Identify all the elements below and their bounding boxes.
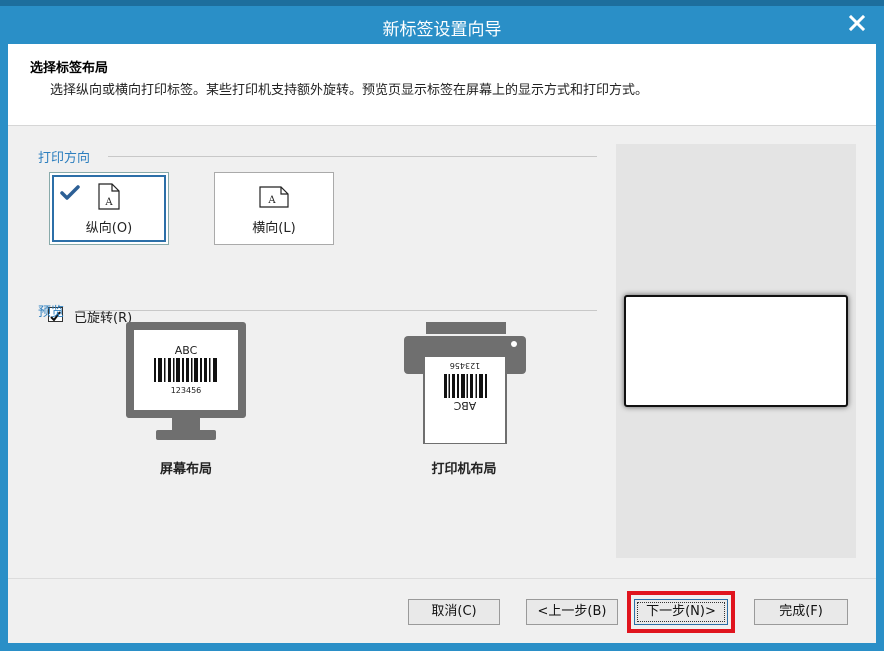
screen-barcode-number: 123456 (171, 386, 202, 395)
checkmark-icon (60, 185, 80, 205)
landscape-button[interactable]: A 横向(L) (214, 172, 334, 245)
screen-layout-caption: 屏幕布局 (159, 462, 212, 477)
step-title: 选择标签布局 (30, 61, 109, 76)
back-button[interactable]: <上一步(B) (526, 599, 618, 625)
orientation-section-label: 打印方向 (38, 151, 91, 166)
wizard-window: 新标签设置向导 选择标签布局 选择纵向或横向打印标签。某些打印机支持额外旋转。预… (0, 0, 884, 651)
preview-section-label: 预览 (38, 305, 65, 320)
printer-icon: ABC 123456 (404, 322, 526, 445)
screen-barcode-text: ABC (175, 344, 198, 357)
section-divider (108, 156, 597, 157)
label-preview-panel (616, 144, 856, 558)
wizard-footer: 取消(C) <上一步(B) 下一步(N)> 完成(F) (8, 578, 876, 643)
section-divider (78, 310, 597, 311)
landscape-doc-letter: A (267, 195, 276, 206)
landscape-label: 横向(L) (252, 221, 296, 236)
step-description: 选择纵向或横向打印标签。某些打印机支持额外旋转。预览页显示标签在屏幕上的显示方式… (50, 83, 649, 98)
monitor-icon: ABC 123456 (125, 322, 247, 444)
landscape-document-icon: A (259, 186, 289, 212)
label-preview (624, 295, 848, 407)
close-icon[interactable] (848, 14, 866, 32)
printer-layout-caption: 打印机布局 (431, 462, 497, 477)
portrait-doc-letter: A (104, 197, 113, 208)
portrait-button[interactable]: A 纵向(O) (49, 172, 169, 245)
next-button[interactable]: 下一步(N)> (634, 599, 728, 625)
printer-barcode-text: ABC (453, 399, 476, 412)
finish-button[interactable]: 完成(F) (754, 599, 848, 625)
title-bar: 新标签设置向导 (0, 6, 884, 44)
portrait-document-icon: A (98, 183, 120, 214)
portrait-label: 纵向(O) (85, 221, 133, 236)
wizard-body: 打印方向 A 纵向(O) A 横向(L) 已旋转(R) 预览 ABC 12345… (8, 126, 876, 578)
cancel-button[interactable]: 取消(C) (408, 599, 500, 625)
printer-barcode-number: 123456 (450, 361, 481, 370)
wizard-header: 选择标签布局 选择纵向或横向打印标签。某些打印机支持额外旋转。预览页显示标签在屏… (8, 44, 876, 126)
window-title: 新标签设置向导 (382, 20, 502, 40)
wizard-client: 选择标签布局 选择纵向或横向打印标签。某些打印机支持额外旋转。预览页显示标签在屏… (8, 44, 876, 643)
